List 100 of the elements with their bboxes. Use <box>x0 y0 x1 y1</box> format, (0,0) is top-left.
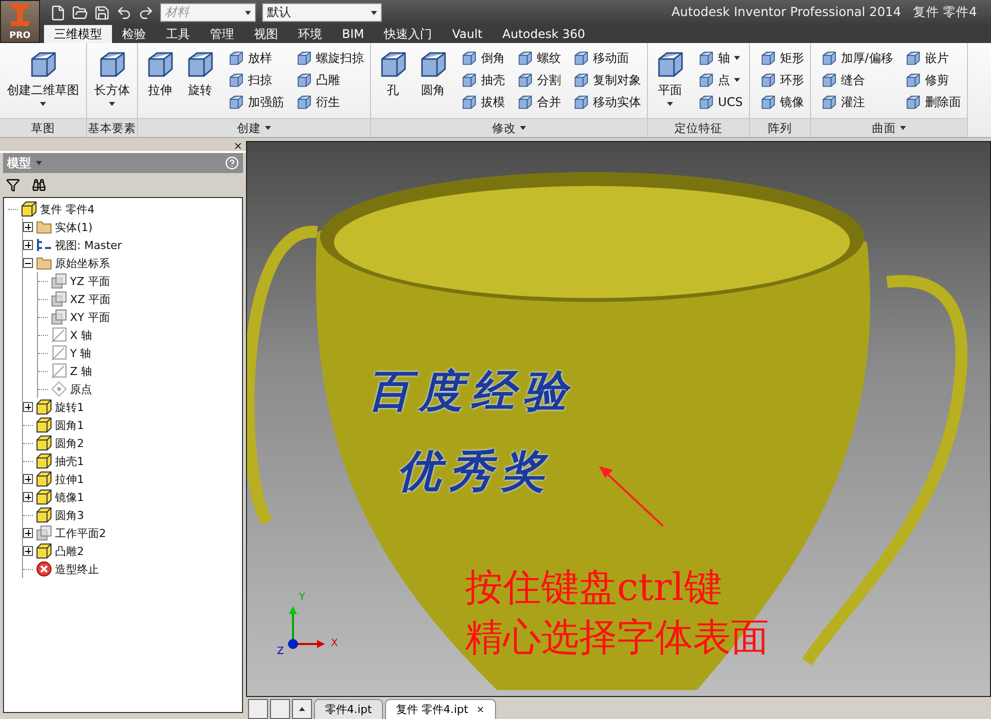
tool-button[interactable]: 凸雕 <box>294 69 366 91</box>
open-folder-icon[interactable] <box>72 4 88 20</box>
tree-item[interactable]: 镜像1 <box>55 490 84 504</box>
tool-button[interactable]: 灌注 <box>818 91 895 113</box>
expand-toggle[interactable] <box>23 546 33 556</box>
ribbon-tab[interactable]: 三维模型 <box>44 25 112 43</box>
tree-item[interactable]: 拉伸1 <box>55 472 84 486</box>
caret-icon[interactable] <box>265 126 271 130</box>
ribbon-tab[interactable]: 工具 <box>156 25 200 43</box>
tree-item[interactable]: 造型终止 <box>55 562 99 576</box>
ribbon-tab[interactable]: 视图 <box>244 25 288 43</box>
caret-icon[interactable] <box>900 126 906 130</box>
document-tab[interactable]: 复件 零件4.ipt <box>384 699 496 719</box>
tool-button[interactable]: 移动面 <box>571 47 643 69</box>
expand-toggle[interactable] <box>23 474 33 484</box>
tool-button[interactable]: 移动实体 <box>571 91 643 113</box>
ribbon-tab[interactable]: Vault <box>442 25 492 43</box>
cube-icon <box>904 50 921 66</box>
tool-button[interactable]: 拔模 <box>459 91 507 113</box>
tree-item[interactable]: 圆角3 <box>55 508 84 522</box>
expand-toggle[interactable] <box>23 240 33 250</box>
tool-button[interactable]: 倒角 <box>459 47 507 69</box>
expand-toggle[interactable] <box>23 402 33 412</box>
tool-button[interactable]: 合并 <box>515 91 563 113</box>
tool-button[interactable]: 螺旋扫掠 <box>294 47 366 69</box>
tool-button[interactable]: 螺纹 <box>515 47 563 69</box>
ribbon-tab[interactable]: 管理 <box>200 25 244 43</box>
tree-item[interactable]: 原点 <box>70 382 92 396</box>
ribbon-tab[interactable]: BIM <box>332 25 374 43</box>
tool-button[interactable]: 点 <box>696 69 745 91</box>
tool-button[interactable]: 抽壳 <box>459 69 507 91</box>
tree-item[interactable]: 实体(1) <box>55 220 93 234</box>
tool-button[interactable]: 镜像 <box>758 91 806 113</box>
tool-button[interactable]: 缝合 <box>818 69 895 91</box>
expand-toggle[interactable] <box>23 492 33 502</box>
tree-item[interactable]: 原始坐标系 <box>55 256 110 270</box>
tool-button[interactable]: 修剪 <box>902 69 963 91</box>
redo-icon[interactable] <box>138 4 154 20</box>
save-icon[interactable] <box>94 4 110 20</box>
cube-icon <box>36 489 52 505</box>
application-menu-button[interactable]: PRO <box>0 0 40 43</box>
tool-button[interactable]: 放样 <box>226 47 286 69</box>
tree-item[interactable]: 圆角1 <box>55 418 84 432</box>
expand-toggle[interactable] <box>23 222 33 232</box>
tool-button[interactable]: 旋转 <box>182 47 218 118</box>
tool-button[interactable]: 加强筋 <box>226 91 286 113</box>
tool-button[interactable]: 删除面 <box>902 91 963 113</box>
axis-icon <box>51 327 67 343</box>
caret-icon[interactable] <box>520 126 526 130</box>
ribbon-tab[interactable]: 快速入门 <box>374 25 442 43</box>
tool-button[interactable]: 加厚/偏移 <box>818 47 895 69</box>
undo-icon[interactable] <box>116 4 132 20</box>
tool-button[interactable]: 嵌片 <box>902 47 963 69</box>
cube-icon <box>228 50 244 66</box>
tool-button[interactable]: 衍生 <box>294 91 366 113</box>
tree-item[interactable]: Y 轴 <box>70 346 92 360</box>
tool-button[interactable]: 轴 <box>696 47 745 69</box>
tool-button[interactable]: 矩形 <box>758 47 806 69</box>
tool-button[interactable]: 扫掠 <box>226 69 286 91</box>
appearance-field[interactable]: 默认 <box>262 3 382 22</box>
tool-button[interactable]: 孔 <box>375 47 411 118</box>
document-title: 复件 零件4 <box>913 4 977 21</box>
tree-item[interactable]: 复件 零件4 <box>40 202 94 216</box>
tree-item[interactable]: YZ 平面 <box>70 274 110 288</box>
close-icon[interactable] <box>233 141 243 151</box>
cube-icon <box>296 50 312 66</box>
ribbon-tab[interactable]: 检验 <box>112 25 156 43</box>
ribbon-tab[interactable]: Autodesk 360 <box>492 25 596 43</box>
tool-button[interactable]: 复制对象 <box>571 69 643 91</box>
close-icon[interactable] <box>476 705 486 714</box>
tree-item[interactable]: 圆角2 <box>55 436 84 450</box>
tree-item[interactable]: 旋转1 <box>55 400 84 414</box>
tree-item[interactable]: XZ 平面 <box>70 292 111 306</box>
tree-item[interactable]: Z 轴 <box>70 364 92 378</box>
cube-icon <box>517 94 533 110</box>
cube-icon <box>228 72 244 88</box>
filter-icon[interactable] <box>6 178 20 192</box>
help-icon[interactable] <box>225 156 239 170</box>
tree-item[interactable]: 工作平面2 <box>55 526 106 540</box>
document-tab[interactable]: 零件4.ipt <box>314 699 383 719</box>
tool-button[interactable]: 拉伸 <box>142 47 178 118</box>
ribbon-tab[interactable]: 环境 <box>288 25 332 43</box>
expand-toggle[interactable] <box>23 258 33 268</box>
expand-toggle[interactable] <box>23 528 33 538</box>
tool-button[interactable]: 环形 <box>758 69 806 91</box>
tool-button[interactable]: 创建二维草图 <box>4 47 82 118</box>
new-file-icon[interactable] <box>50 4 66 20</box>
tree-item[interactable]: X 轴 <box>70 328 92 342</box>
tree-item[interactable]: 抽壳1 <box>55 454 84 468</box>
tool-button[interactable]: 平面 <box>652 47 688 118</box>
tree-item[interactable]: 凸雕2 <box>55 544 84 558</box>
tool-button[interactable]: 圆角 <box>415 47 451 118</box>
tool-button[interactable]: UCS <box>696 91 745 113</box>
caret-icon[interactable] <box>36 161 42 165</box>
tree-item[interactable]: XY 平面 <box>70 310 110 324</box>
cube-icon <box>21 201 37 217</box>
tool-button[interactable]: 分割 <box>515 69 563 91</box>
tree-item[interactable]: 视图: Master <box>55 238 122 252</box>
binoculars-icon[interactable] <box>32 178 46 192</box>
tool-button[interactable]: 长方体 <box>91 47 133 118</box>
